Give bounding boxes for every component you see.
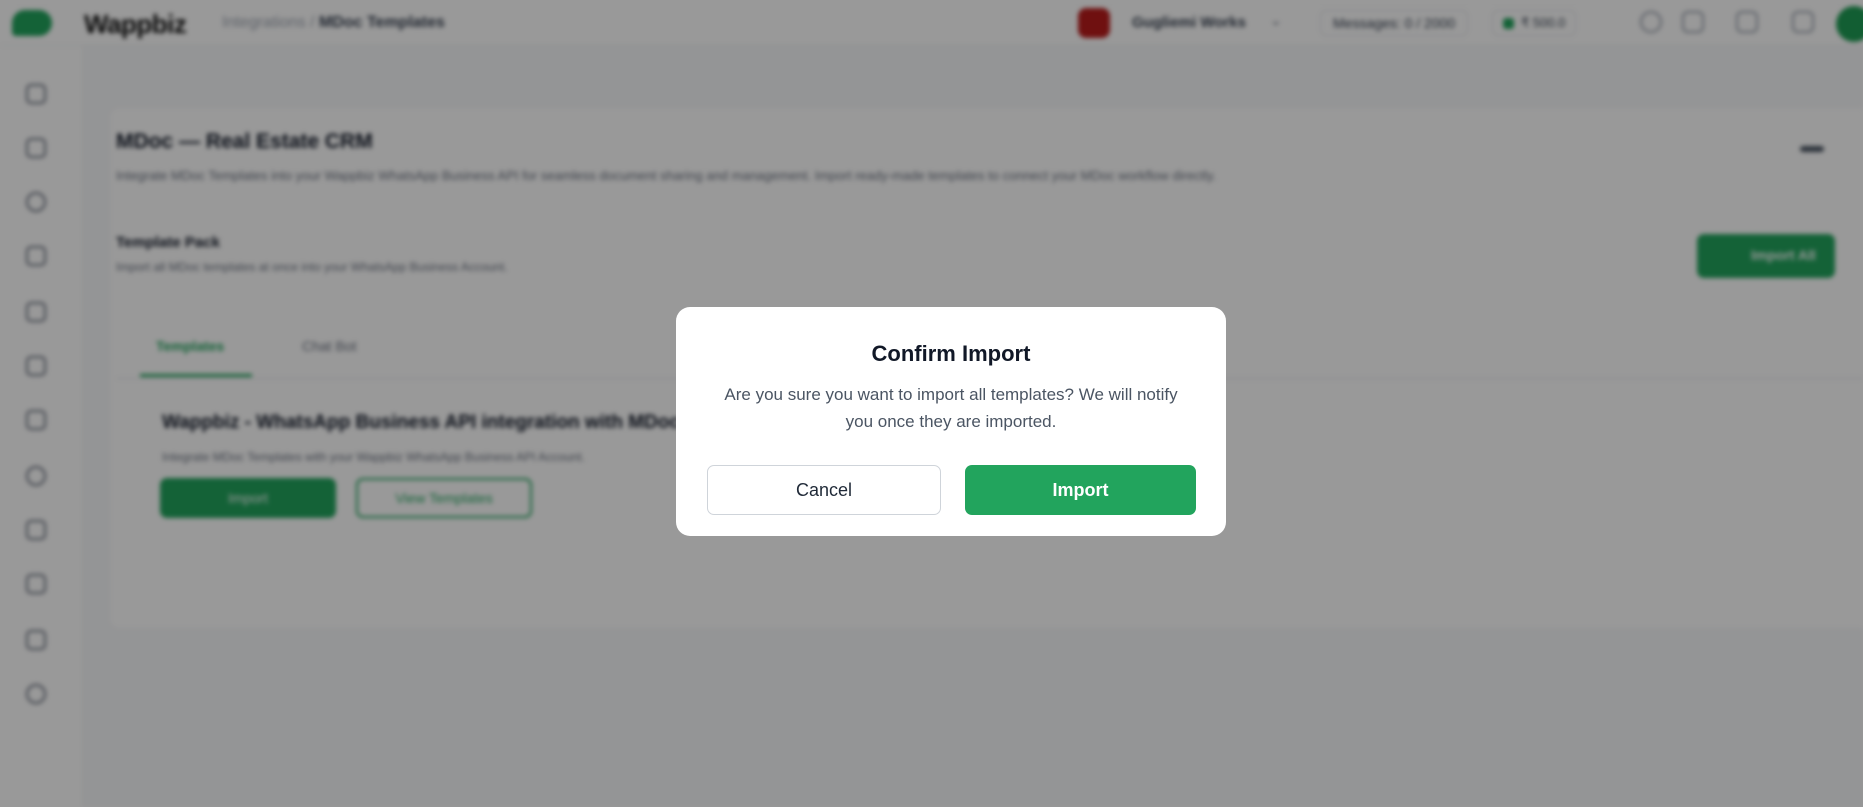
confirm-import-button[interactable]: Import — [965, 465, 1196, 515]
cancel-button[interactable]: Cancel — [707, 465, 941, 515]
dialog-title: Confirm Import — [871, 341, 1031, 366]
dialog-message: Are you sure you want to import all temp… — [724, 385, 1178, 431]
confirm-import-dialog: Confirm Import Are you sure you want to … — [676, 307, 1226, 536]
